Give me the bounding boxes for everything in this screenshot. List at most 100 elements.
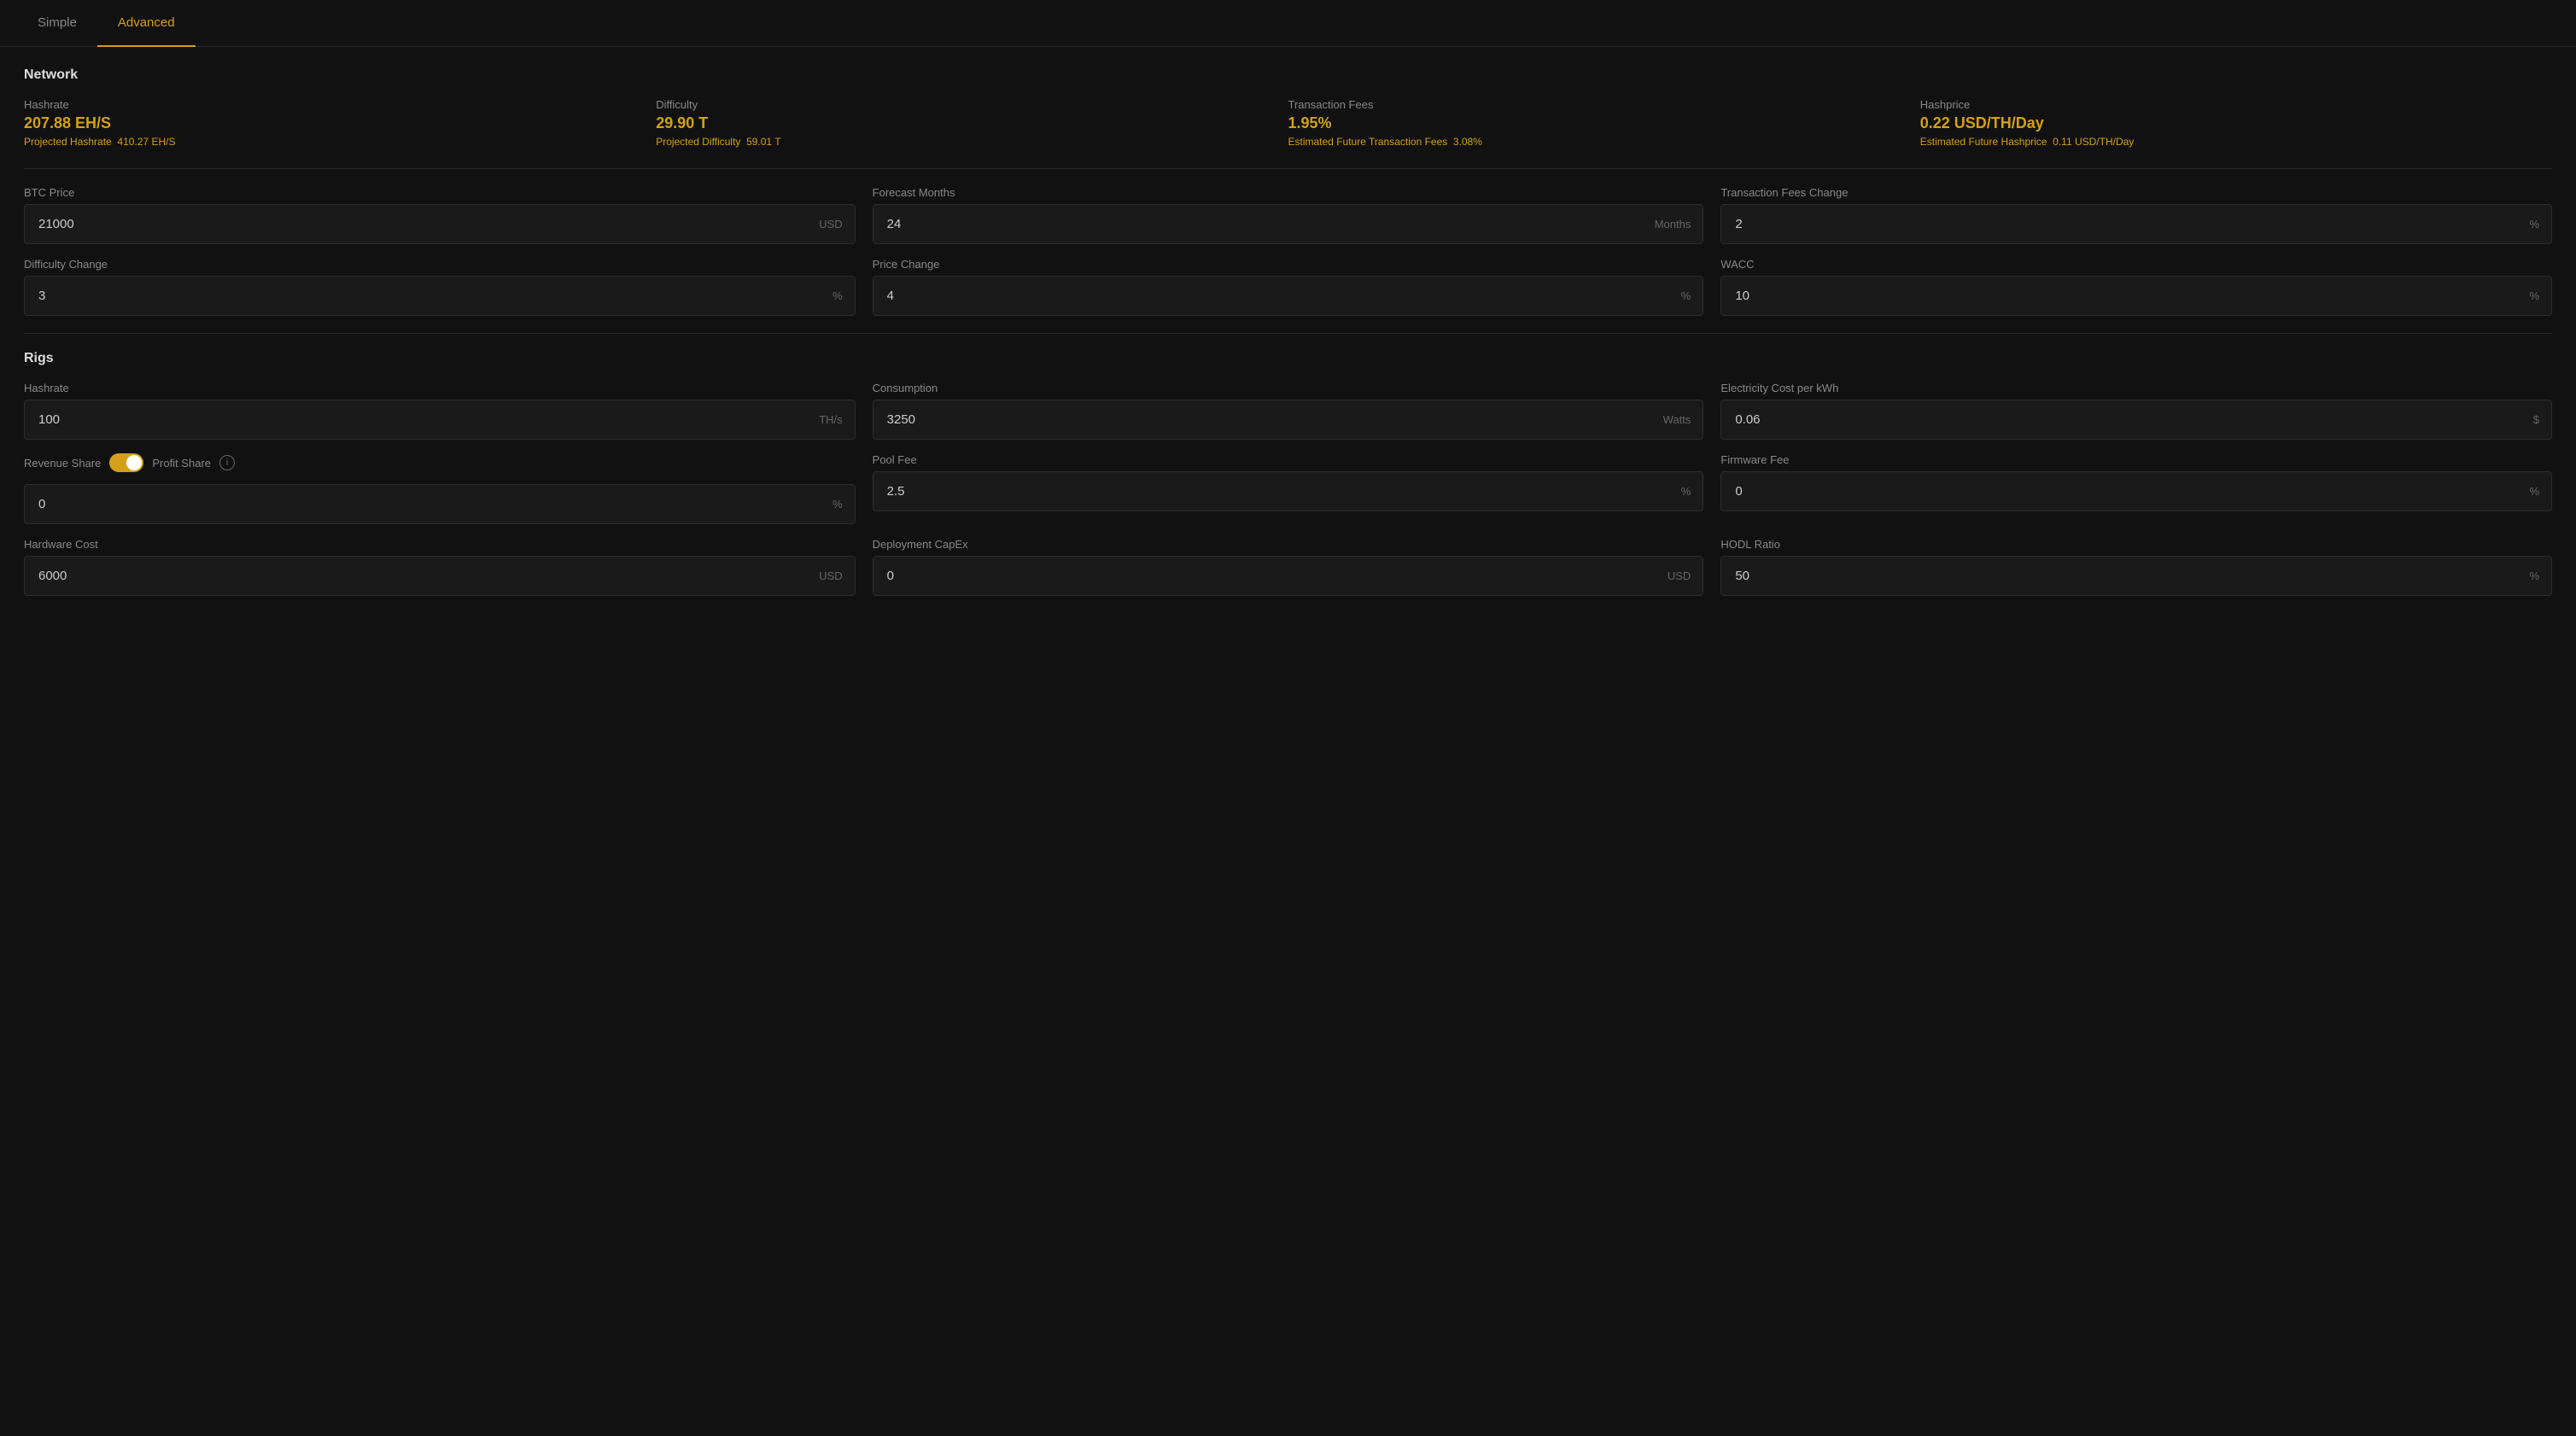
hashrate-label: Hashrate: [24, 98, 639, 111]
rig-hashrate-input[interactable]: [25, 400, 819, 439]
tx-fees-change-group: Transaction Fees Change %: [1720, 186, 2552, 244]
btc-price-wrap: USD: [24, 204, 856, 244]
divider-2: [24, 333, 2552, 334]
consumption-input[interactable]: [873, 400, 1663, 439]
hodl-ratio-group: HODL Ratio %: [1720, 538, 2552, 596]
tx-fees-sub: Estimated Future Transaction Fees 3.08%: [1288, 136, 1903, 148]
forecast-months-group: Forecast Months Months: [873, 186, 1704, 244]
rigs-grid: Hashrate TH/s Consumption Watts Electric…: [24, 382, 2552, 596]
deployment-capex-unit: USD: [1668, 569, 1703, 582]
consumption-group: Consumption Watts: [873, 382, 1704, 440]
tx-fees-change-label: Transaction Fees Change: [1720, 186, 2552, 199]
difficulty-change-label: Difficulty Change: [24, 258, 856, 271]
hodl-ratio-input[interactable]: [1721, 557, 2529, 595]
wacc-group: WACC %: [1720, 258, 2552, 316]
pool-fee-input[interactable]: [873, 472, 1681, 511]
rig-hashrate-wrap: TH/s: [24, 400, 856, 440]
forecast-months-label: Forecast Months: [873, 186, 1704, 199]
deployment-capex-input[interactable]: [873, 557, 1668, 595]
btc-price-label: BTC Price: [24, 186, 856, 199]
hardware-cost-input[interactable]: [25, 557, 819, 595]
inputs-grid: BTC Price USD Forecast Months Months Tra…: [24, 186, 2552, 316]
forecast-months-input[interactable]: [873, 205, 1655, 243]
tx-fees-value: 1.95%: [1288, 114, 1903, 132]
revenue-share-group: Revenue Share Profit Share i %: [24, 453, 856, 524]
hardware-cost-unit: USD: [819, 569, 854, 582]
price-change-unit: %: [1681, 289, 1703, 302]
difficulty-change-group: Difficulty Change %: [24, 258, 856, 316]
tx-fees-change-wrap: %: [1720, 204, 2552, 244]
rig-hashrate-unit: TH/s: [819, 413, 854, 426]
electricity-cost-group: Electricity Cost per kWh $: [1720, 382, 2552, 440]
network-difficulty: Difficulty 29.90 T Projected Difficulty …: [656, 98, 1288, 148]
firmware-fee-label: Firmware Fee: [1720, 453, 2552, 466]
firmware-fee-wrap: %: [1720, 471, 2552, 511]
hardware-cost-label: Hardware Cost: [24, 538, 856, 551]
tx-fees-label: Transaction Fees: [1288, 98, 1903, 111]
info-icon[interactable]: i: [219, 455, 235, 470]
hashrate-value: 207.88 EH/S: [24, 114, 639, 132]
rig-hashrate-label: Hashrate: [24, 382, 856, 394]
pool-fee-unit: %: [1681, 485, 1703, 498]
network-section-title: Network: [24, 67, 2552, 83]
difficulty-change-wrap: %: [24, 276, 856, 316]
forecast-months-wrap: Months: [873, 204, 1704, 244]
revenue-share-input[interactable]: [25, 485, 832, 523]
revenue-share-label: Revenue Share: [24, 457, 101, 470]
hashprice-label: Hashprice: [1920, 98, 2535, 111]
forecast-months-unit: Months: [1655, 218, 1703, 231]
electricity-cost-unit: $: [2533, 413, 2551, 426]
network-hashprice: Hashprice 0.22 USD/TH/Day Estimated Futu…: [1920, 98, 2552, 148]
price-change-group: Price Change %: [873, 258, 1704, 316]
profit-share-label: Profit Share: [152, 457, 211, 470]
hardware-cost-wrap: USD: [24, 556, 856, 596]
difficulty-change-unit: %: [832, 289, 855, 302]
pool-fee-group: Pool Fee %: [873, 453, 1704, 524]
revenue-share-wrap: %: [24, 484, 856, 524]
firmware-fee-group: Firmware Fee %: [1720, 453, 2552, 524]
network-grid: Hashrate 207.88 EH/S Projected Hashrate …: [24, 98, 2552, 148]
network-hashrate: Hashrate 207.88 EH/S Projected Hashrate …: [24, 98, 656, 148]
price-change-wrap: %: [873, 276, 1704, 316]
toggle-row: Revenue Share Profit Share i: [24, 453, 856, 472]
wacc-wrap: %: [1720, 276, 2552, 316]
network-tx-fees: Transaction Fees 1.95% Estimated Future …: [1288, 98, 1920, 148]
deployment-capex-label: Deployment CapEx: [873, 538, 1704, 551]
electricity-cost-input[interactable]: [1721, 400, 2532, 439]
wacc-label: WACC: [1720, 258, 2552, 271]
price-change-input[interactable]: [873, 277, 1681, 315]
consumption-wrap: Watts: [873, 400, 1704, 440]
revenue-share-unit: %: [832, 498, 855, 511]
pool-fee-wrap: %: [873, 471, 1704, 511]
difficulty-change-input[interactable]: [25, 277, 832, 315]
btc-price-input[interactable]: [25, 205, 819, 243]
consumption-unit: Watts: [1663, 413, 1703, 426]
revenue-share-toggle[interactable]: [109, 453, 143, 472]
wacc-unit: %: [2529, 289, 2551, 302]
tx-fees-change-input[interactable]: [1721, 205, 2529, 243]
difficulty-value: 29.90 T: [656, 114, 1270, 132]
deployment-capex-wrap: USD: [873, 556, 1704, 596]
pool-fee-label: Pool Fee: [873, 453, 1704, 466]
rigs-section: Rigs Hashrate TH/s Consumption Watts: [24, 351, 2552, 596]
main-content: Network Hashrate 207.88 EH/S Projected H…: [0, 47, 2576, 633]
wacc-input[interactable]: [1721, 277, 2529, 315]
hashprice-sub: Estimated Future Hashprice 0.11 USD/TH/D…: [1920, 136, 2535, 148]
electricity-cost-wrap: $: [1720, 400, 2552, 440]
consumption-label: Consumption: [873, 382, 1704, 394]
price-change-label: Price Change: [873, 258, 1704, 271]
firmware-fee-unit: %: [2529, 485, 2551, 498]
tab-simple[interactable]: Simple: [17, 0, 97, 47]
tab-advanced[interactable]: Advanced: [97, 0, 196, 47]
tx-fees-change-unit: %: [2529, 218, 2551, 231]
deployment-capex-group: Deployment CapEx USD: [873, 538, 1704, 596]
hashrate-sub: Projected Hashrate 410.27 EH/S: [24, 136, 639, 148]
hardware-cost-group: Hardware Cost USD: [24, 538, 856, 596]
difficulty-sub: Projected Difficulty 59.01 T: [656, 136, 1270, 148]
firmware-fee-input[interactable]: [1721, 472, 2529, 511]
tab-bar: Simple Advanced: [0, 0, 2576, 47]
hashprice-value: 0.22 USD/TH/Day: [1920, 114, 2535, 132]
divider-1: [24, 168, 2552, 169]
btc-price-unit: USD: [819, 218, 854, 231]
hodl-ratio-label: HODL Ratio: [1720, 538, 2552, 551]
